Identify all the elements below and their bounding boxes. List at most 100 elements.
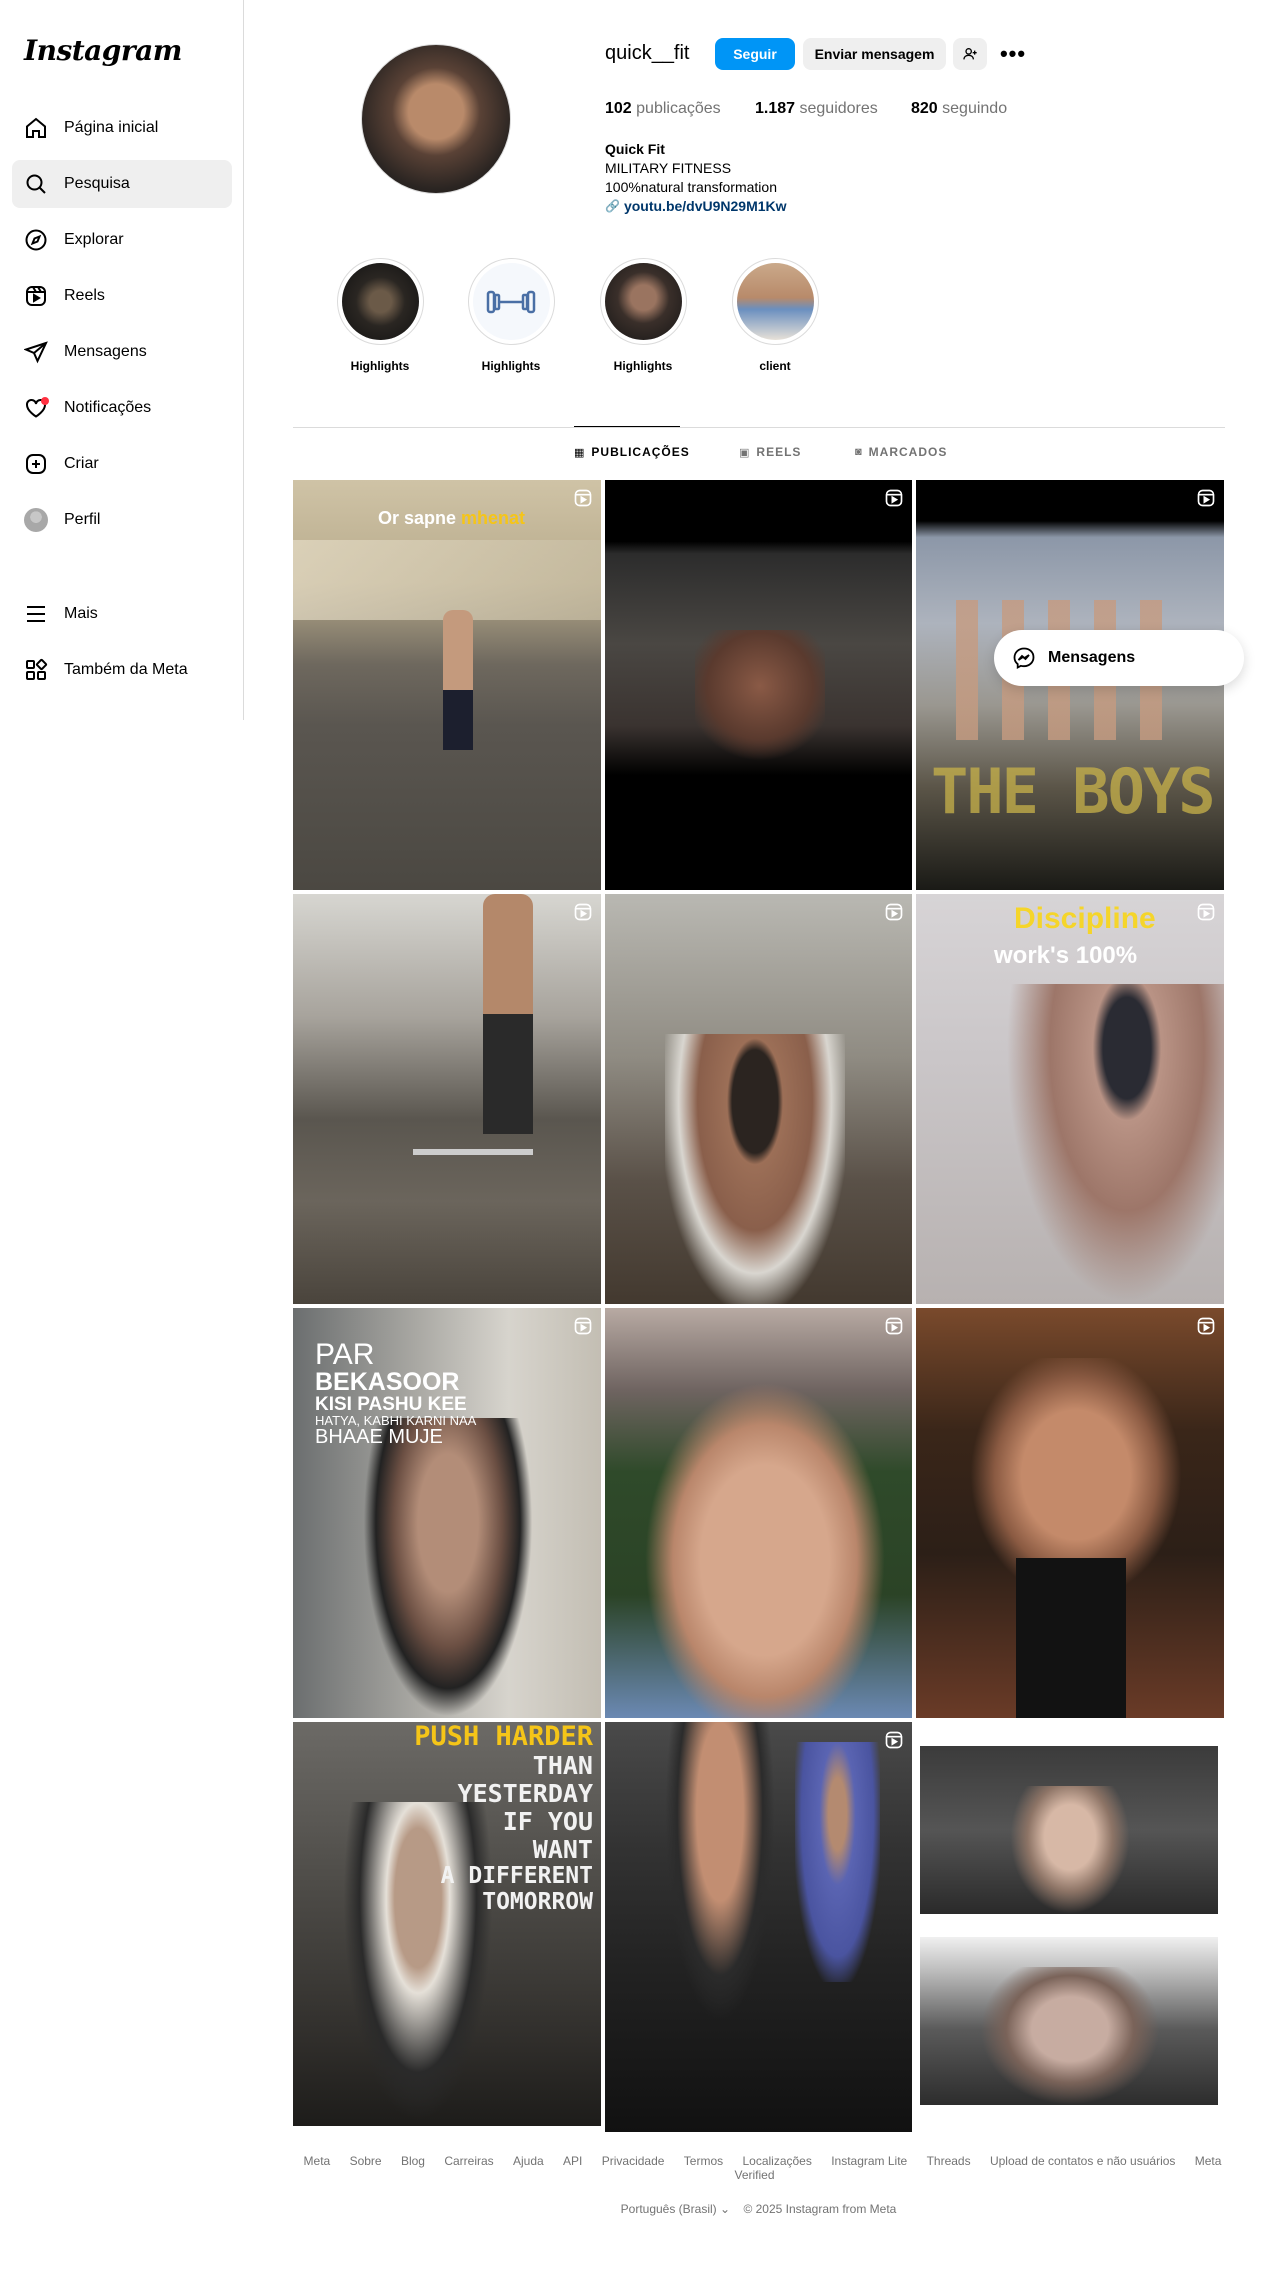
reel-icon — [885, 1317, 903, 1335]
reel-icon — [885, 1731, 903, 1749]
reel-icon — [1197, 903, 1215, 921]
profile-link[interactable]: 🔗 youtu.be/dvU9N29M1Kw — [605, 197, 787, 216]
reel-icon — [1197, 1317, 1215, 1335]
footer-links: Meta Sobre Blog Carreiras Ajuda API Priv… — [293, 2154, 1224, 2182]
tabs-divider — [293, 427, 1225, 428]
reel-icon — [574, 1317, 592, 1335]
nav-reels-label: Reels — [64, 287, 105, 304]
instagram-logo[interactable]: Instagram — [24, 34, 182, 67]
nav-messages-label: Mensagens — [64, 343, 147, 360]
reel-icon — [885, 903, 903, 921]
nav-messages[interactable]: Mensagens — [12, 328, 232, 376]
footer-link[interactable]: Privacidade — [602, 2154, 665, 2168]
post-thumbnail[interactable]: Or sapne mhenat — [293, 480, 601, 890]
highlight-item[interactable]: Highlights — [330, 258, 430, 373]
compass-icon — [24, 228, 48, 252]
footer-link[interactable]: Threads — [927, 2154, 971, 2168]
highlight-item[interactable]: client — [725, 258, 825, 373]
send-message-button[interactable]: Enviar mensagem — [803, 38, 946, 70]
nav-home[interactable]: Página inicial — [12, 104, 232, 152]
nav-search[interactable]: Pesquisa — [12, 160, 232, 208]
footer-link[interactable]: Meta — [304, 2154, 331, 2168]
footer-link[interactable]: Localizações — [742, 2154, 811, 2168]
nav-notifications-label: Notificações — [64, 399, 152, 416]
footer-link[interactable]: Upload de contatos e não usuários — [990, 2154, 1175, 2168]
footer-link[interactable]: API — [563, 2154, 582, 2168]
suggest-user-button[interactable] — [953, 38, 987, 70]
post-thumbnail[interactable]: PAR BEKASOOR KISI PASHU KEE HATYA, KABHI… — [293, 1308, 601, 1718]
nav-home-label: Página inicial — [64, 119, 159, 136]
messenger-icon — [1013, 647, 1035, 670]
link-icon: 🔗 — [605, 199, 620, 213]
footer-link[interactable]: Instagram Lite — [831, 2154, 907, 2168]
post-thumbnail[interactable]: Discipline work's 100% — [916, 894, 1224, 1304]
notification-dot — [41, 397, 49, 405]
profile-bio: Quick Fit MILITARY FITNESS 100%natural t… — [605, 140, 787, 216]
followers-count[interactable]: 1.187 seguidores — [755, 100, 878, 118]
nav-create[interactable]: Criar — [12, 440, 232, 488]
follow-button[interactable]: Seguir — [715, 38, 795, 70]
nav-also-meta[interactable]: Também da Meta — [12, 646, 232, 694]
reels-icon — [24, 284, 48, 308]
nav-lower: Mais Também da Meta — [12, 590, 232, 702]
post-thumbnail[interactable] — [605, 1308, 912, 1718]
language-select[interactable]: Português (Brasil) ⌄ — [621, 2202, 730, 2216]
add-person-icon — [963, 48, 977, 60]
footer-link[interactable]: Blog — [401, 2154, 425, 2168]
messages-floating-button[interactable]: Mensagens — [994, 630, 1244, 686]
meta-apps-icon — [24, 658, 48, 682]
nav-profile-label: Perfil — [64, 511, 101, 528]
nav-search-label: Pesquisa — [64, 175, 130, 192]
bio-line-1: MILITARY FITNESS — [605, 160, 732, 176]
post-thumbnail[interactable] — [920, 1937, 1218, 2105]
search-icon — [24, 172, 48, 196]
profile-name: Quick Fit — [605, 141, 665, 157]
post-thumbnail[interactable] — [293, 894, 601, 1304]
chevron-down-icon: ⌄ — [720, 2202, 731, 2216]
post-thumbnail[interactable] — [916, 1308, 1224, 1718]
active-tab-indicator — [574, 426, 680, 427]
reel-icon — [574, 489, 592, 507]
nav-explore-label: Explorar — [64, 231, 124, 248]
options-button[interactable]: ••• — [996, 38, 1030, 70]
nav-notifications[interactable]: Notificações — [12, 384, 232, 432]
highlight-item[interactable]: Highlights — [593, 258, 693, 373]
nav-list: Página inicial Pesquisa Explorar Reels M… — [12, 104, 232, 552]
highlight-item[interactable]: Highlights — [461, 258, 561, 373]
nav-also-meta-label: Também da Meta — [64, 661, 188, 678]
nav-profile[interactable]: Perfil — [12, 496, 232, 544]
menu-icon — [24, 602, 48, 626]
home-icon — [24, 116, 48, 140]
footer-link[interactable]: Termos — [684, 2154, 723, 2168]
sidebar: Instagram Página inicial Pesquisa Explor… — [0, 0, 244, 720]
grid-icon: ▦ — [574, 446, 586, 459]
reel-icon — [1197, 489, 1215, 507]
post-thumbnail[interactable] — [605, 1722, 912, 2132]
post-thumbnail[interactable]: PUSH HARDER THAN YESTERDAY IF YOU WANT A… — [293, 1722, 601, 2126]
tab-tagged[interactable]: ◙ MARCADOS — [855, 445, 947, 459]
profile-avatar — [24, 508, 48, 532]
profile-username: quick__fit — [605, 42, 690, 64]
following-count[interactable]: 820 seguindo — [911, 100, 1007, 118]
plus-square-icon — [24, 452, 48, 476]
posts-count: 102 publicações — [605, 100, 721, 117]
dumbbell-icon — [486, 290, 536, 313]
post-thumbnail[interactable] — [920, 1746, 1218, 1914]
tab-reels[interactable]: ▣ REELS — [739, 445, 801, 459]
nav-explore[interactable]: Explorar — [12, 216, 232, 264]
bio-line-2: 100%natural transformation — [605, 179, 777, 195]
footer: Meta Sobre Blog Carreiras Ajuda API Priv… — [293, 2154, 1224, 2216]
tab-posts[interactable]: ▦ PUBLICAÇÕES — [574, 445, 690, 459]
footer-link[interactable]: Sobre — [350, 2154, 382, 2168]
profile-picture[interactable] — [361, 44, 511, 194]
heart-icon — [24, 396, 49, 420]
post-thumbnail[interactable] — [605, 894, 912, 1304]
footer-link[interactable]: Ajuda — [513, 2154, 544, 2168]
reels-tab-icon: ▣ — [739, 446, 751, 459]
footer-link[interactable]: Carreiras — [444, 2154, 493, 2168]
nav-more[interactable]: Mais — [12, 590, 232, 638]
reel-icon — [574, 903, 592, 921]
reel-icon — [885, 489, 903, 507]
nav-reels[interactable]: Reels — [12, 272, 232, 320]
post-thumbnail[interactable] — [605, 480, 912, 890]
